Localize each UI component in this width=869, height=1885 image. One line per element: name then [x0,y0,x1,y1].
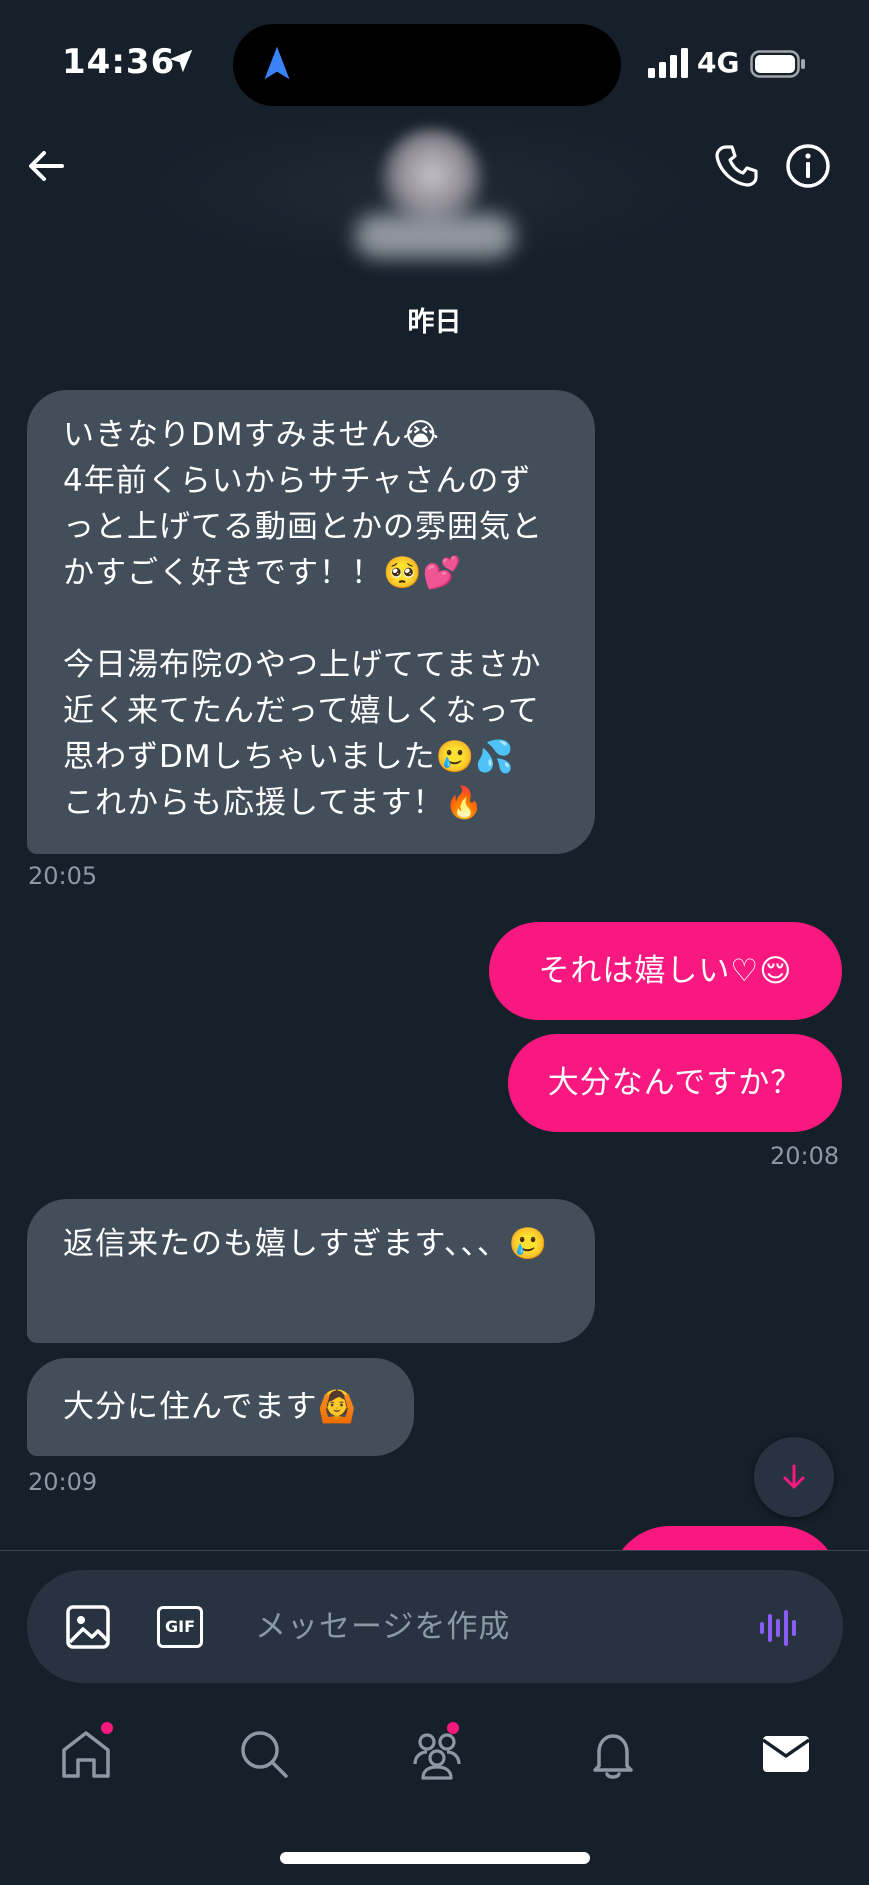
message-bubble-outgoing[interactable]: 大分なんですか？ [508,1034,842,1132]
signal-icon [648,48,688,78]
arrow-down-icon [783,1464,805,1489]
scroll-to-bottom-button[interactable] [754,1437,834,1517]
message-bubble-incoming[interactable]: 返信来たのも嬉しすぎます、、、🥲 [27,1199,595,1343]
message-timestamp: 20:09 [28,1468,98,1496]
communities-notification-dot [447,1722,459,1734]
arrow-left-icon[interactable] [22,142,70,190]
home-notification-dot [101,1722,113,1734]
info-icon[interactable] [784,142,832,190]
image-icon[interactable] [63,1602,113,1652]
gif-button[interactable]: GIF [157,1606,203,1648]
mail-icon[interactable] [758,1726,814,1782]
battery-icon [750,50,805,78]
status-time: 14:36 [62,42,176,82]
message-timestamp: 20:08 [770,1142,840,1170]
bell-icon[interactable] [585,1726,641,1782]
location-arrow-icon [169,49,193,73]
message-bubble-incoming[interactable]: いきなりDMすみません😭 4年前くらいからサチャさんのずっと上げてる動画とかの雰… [27,390,595,854]
communities-icon[interactable] [409,1726,465,1782]
voice-message-icon[interactable] [758,1606,802,1650]
message-bubble-incoming[interactable]: 大分に住んでます🙆 [27,1358,414,1456]
navigation-arrow-icon [264,46,290,80]
message-input[interactable]: メッセージを作成 [255,1602,735,1652]
phone-icon[interactable] [712,142,760,190]
date-separator: 昨日 [407,307,462,338]
network-type: 4G [697,46,740,79]
profile-name-blurred[interactable] [355,214,515,258]
status-bar: 14:36 4G [0,0,869,120]
home-icon[interactable] [58,1726,114,1782]
home-indicator [280,1852,590,1864]
message-timestamp: 20:05 [28,862,98,890]
search-icon[interactable] [236,1726,292,1782]
message-bubble-outgoing[interactable]: それは嬉しい♡😌 [489,922,842,1020]
